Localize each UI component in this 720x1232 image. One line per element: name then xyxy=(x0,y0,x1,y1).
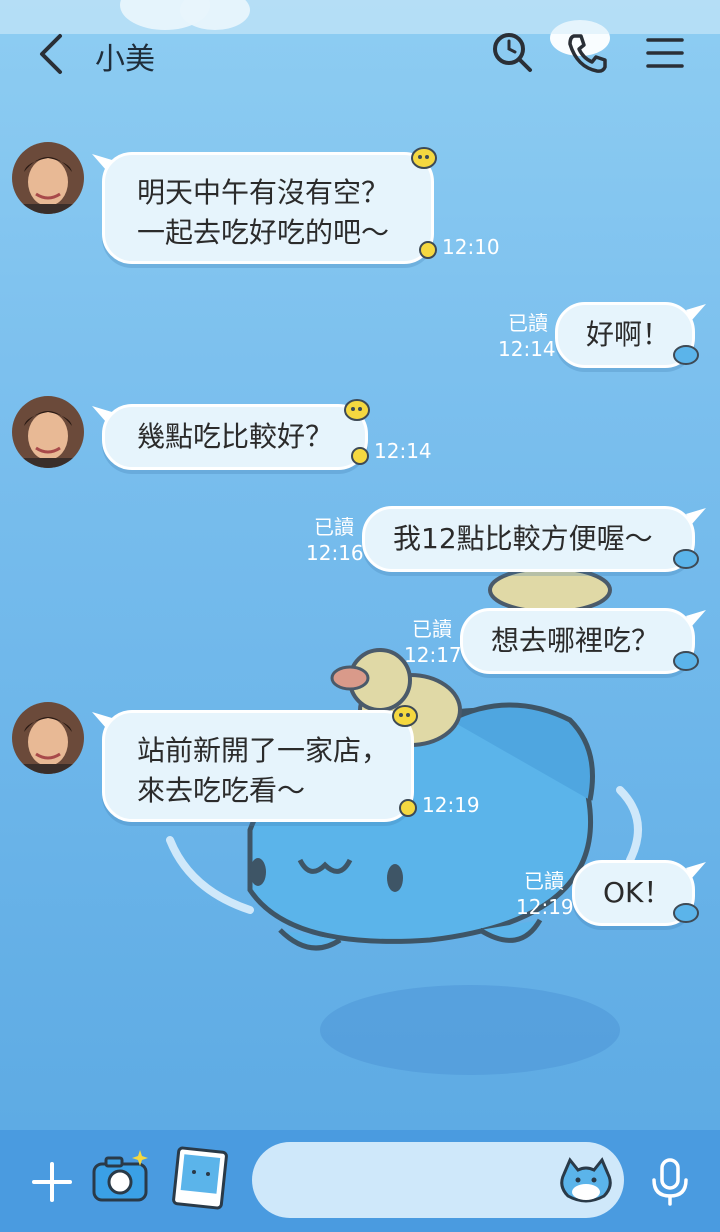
chick-sticker-icon xyxy=(392,705,418,727)
input-bar xyxy=(0,1130,720,1232)
back-icon[interactable] xyxy=(30,30,74,78)
phone-icon[interactable] xyxy=(565,30,611,76)
chat-header: 小美 xyxy=(0,0,720,108)
sticker-icon[interactable] xyxy=(556,1152,616,1208)
chick-sticker-icon xyxy=(399,799,417,817)
whale-sticker-icon xyxy=(673,345,699,365)
avatar-photo xyxy=(12,142,84,214)
message-text: 明天中午有沒有空？ 一起去吃好吃的吧～ xyxy=(137,176,390,249)
message-bubble[interactable]: 幾點吃比較好？ xyxy=(102,404,368,470)
contact-avatar[interactable] xyxy=(12,702,84,774)
chick-sticker-icon xyxy=(411,147,437,169)
mic-icon[interactable] xyxy=(648,1156,692,1208)
message-time: 12:16 xyxy=(306,541,364,565)
search-history-icon[interactable] xyxy=(490,30,536,76)
plus-icon[interactable] xyxy=(30,1160,74,1204)
message-time: 12:10 xyxy=(442,235,500,259)
message-bubble[interactable]: 站前新開了一家店， 來去吃吃看～ xyxy=(102,710,414,822)
bubble-tail xyxy=(686,304,706,320)
camera-icon[interactable] xyxy=(90,1148,152,1206)
message-time: 12:19 xyxy=(516,895,574,919)
whale-sticker-icon xyxy=(673,549,699,569)
contact-avatar[interactable] xyxy=(12,396,84,468)
message-text: 我12點比較方便喔～ xyxy=(393,522,653,555)
message-time: 12:14 xyxy=(498,337,556,361)
avatar-photo xyxy=(12,396,84,468)
message-text: 幾點吃比較好？ xyxy=(137,420,334,453)
whale-sticker-icon xyxy=(673,903,699,923)
message-text: 站前新開了一家店， 來去吃吃看～ xyxy=(137,734,390,807)
contact-avatar[interactable] xyxy=(12,142,84,214)
read-receipt: 已讀 xyxy=(524,869,564,893)
message-bubble[interactable]: 我12點比較方便喔～ xyxy=(362,506,695,572)
message-text: 想去哪裡吃？ xyxy=(491,624,660,657)
read-receipt: 已讀 xyxy=(508,311,548,335)
contact-name: 小美 xyxy=(95,42,155,77)
message-time: 12:17 xyxy=(404,643,462,667)
avatar-photo xyxy=(12,702,84,774)
read-receipt: 已讀 xyxy=(412,617,452,641)
chick-sticker-icon xyxy=(419,241,437,259)
bubble-tail xyxy=(686,610,706,626)
message-input[interactable] xyxy=(252,1142,624,1218)
message-time: 12:19 xyxy=(422,793,480,817)
message-bubble[interactable]: 明天中午有沒有空？ 一起去吃好吃的吧～ xyxy=(102,152,434,264)
bubble-tail xyxy=(686,862,706,878)
message-time: 12:14 xyxy=(374,439,432,463)
menu-icon[interactable] xyxy=(642,30,688,76)
chick-sticker-icon xyxy=(344,399,370,421)
read-receipt: 已讀 xyxy=(314,515,354,539)
message-bubble[interactable]: 想去哪裡吃？ xyxy=(460,608,695,674)
whale-sticker-icon xyxy=(673,651,699,671)
photo-icon[interactable] xyxy=(172,1146,228,1210)
bubble-tail xyxy=(686,508,706,524)
chick-sticker-icon xyxy=(351,447,369,465)
